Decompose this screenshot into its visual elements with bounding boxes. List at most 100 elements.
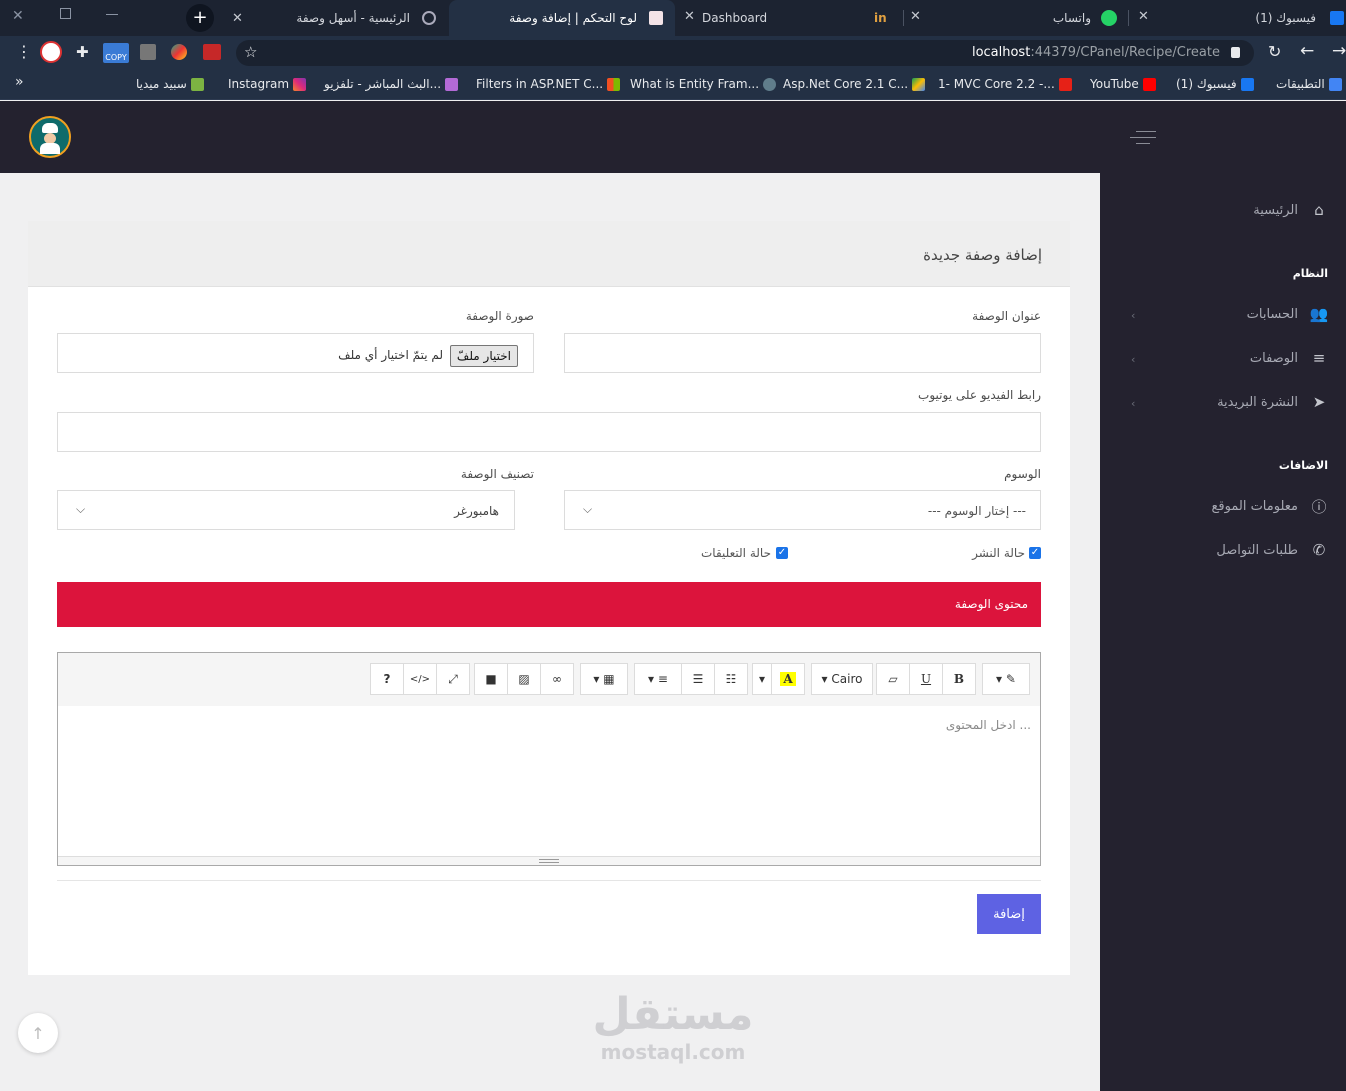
color-ext-icon[interactable]: [171, 44, 187, 60]
tags-label: الوسوم: [1004, 467, 1041, 481]
paragraph-align-button[interactable]: ▾ ≡: [634, 663, 682, 695]
chevron-left-icon[interactable]: ‹: [1131, 353, 1135, 366]
window-restore-icon[interactable]: [60, 8, 71, 19]
sidebar-item-recipes[interactable]: الوصفات ≡: [1250, 347, 1330, 369]
style-magic-button[interactable]: ▾ ✎: [982, 663, 1030, 695]
bookmark-aspnet-core[interactable]: Asp.Net Core 2.1 C...: [783, 76, 929, 92]
ordered-list-button[interactable]: ☰: [681, 663, 715, 695]
comments-checkbox[interactable]: ✓: [776, 547, 788, 559]
publish-checkbox[interactable]: ✓: [1029, 547, 1041, 559]
recipe-image-file-input[interactable]: اختيار ملفّ لم يتمّ اختيار أي ملف: [57, 333, 534, 373]
tags-select[interactable]: --- إختار الوسوم --- ⌵: [564, 490, 1041, 530]
table-button[interactable]: ▾ ▦: [580, 663, 628, 695]
tags-placeholder: --- إختار الوسوم ---: [927, 504, 1026, 518]
youtube-url-input[interactable]: [57, 412, 1041, 452]
scroll-to-top-icon[interactable]: ↑: [18, 1013, 58, 1053]
bookmark-instagram[interactable]: Instagram: [228, 76, 310, 92]
sidebar-item-accounts[interactable]: الحسابات 👥: [1247, 303, 1330, 325]
text-color-button[interactable]: A: [771, 663, 805, 695]
no-file-text: لم يتمّ اختيار أي ملف: [338, 348, 443, 362]
microsoft-icon: [607, 77, 621, 91]
globe-icon: [422, 11, 436, 25]
category-value: هامبورغر: [454, 504, 499, 518]
sidebar-item-contact-requests[interactable]: طلبات التواصل ✆: [1216, 539, 1330, 561]
link-button[interactable]: ∞: [540, 663, 574, 695]
url-path: :44379/CPanel/Recipe/Create: [1030, 45, 1220, 60]
bookmark-live-tv[interactable]: البث المباشر - تلفزيو...: [324, 76, 462, 92]
sidebar-item-home[interactable]: الرئيسية ⌂: [1253, 199, 1330, 221]
help-button[interactable]: ?: [370, 663, 404, 695]
menu-kebab-icon[interactable]: ⋮: [16, 42, 32, 61]
bookmark-mvc-core[interactable]: 1- MVC Core 2.2 -...: [938, 76, 1076, 92]
whatsapp-icon: [1101, 10, 1117, 26]
font-name-select[interactable]: ▾ Cairo: [811, 663, 873, 695]
chevron-left-icon[interactable]: ‹: [1131, 397, 1135, 410]
bold-button[interactable]: B: [942, 663, 976, 695]
code-view-button[interactable]: </>: [403, 663, 437, 695]
url-host: localhost: [971, 45, 1031, 60]
red-ext-icon[interactable]: [203, 44, 221, 60]
tab-add-recipe[interactable]: لوح التحكم | إضافة وصفة: [449, 0, 675, 36]
card-header: إضافة وصفة جديدة: [28, 221, 1070, 287]
tab-whatsapp[interactable]: واتساب: [905, 0, 1125, 36]
google-drive-icon: [912, 77, 926, 91]
bookmark-youtube[interactable]: YouTube: [1090, 76, 1160, 92]
chef-logo-icon[interactable]: [29, 116, 71, 158]
facebook-icon: [1240, 77, 1254, 91]
site-icon: [763, 77, 777, 91]
image-button[interactable]: ▨: [507, 663, 541, 695]
reload-icon[interactable]: ↻: [1268, 42, 1281, 61]
new-tab-icon[interactable]: +: [186, 4, 214, 32]
bookmark-facebook[interactable]: (1) فيسبوك: [1176, 76, 1258, 92]
chevron-left-icon[interactable]: ‹: [1131, 309, 1135, 322]
youtube-icon: [1142, 77, 1156, 91]
video-button[interactable]: ■: [474, 663, 508, 695]
unordered-list-button[interactable]: ☷: [714, 663, 748, 695]
bookmark-speed-media[interactable]: سبيد ميديا: [136, 76, 208, 92]
sidebar-item-site-info[interactable]: معلومات الموقع ⓘ: [1212, 495, 1331, 517]
editor-resize-handle[interactable]: [58, 856, 1040, 865]
bookmark-entity-framework[interactable]: What is Entity Fram...: [630, 76, 780, 92]
back-arrow-icon[interactable]: ←: [1300, 41, 1314, 61]
close-icon[interactable]: ✕: [232, 11, 243, 26]
eraser-button[interactable]: ▱: [876, 663, 910, 695]
underline-button[interactable]: U: [909, 663, 943, 695]
category-select[interactable]: هامبورغر ⌵: [57, 490, 515, 530]
tv-icon: [445, 77, 459, 91]
recipe-title-input[interactable]: [564, 333, 1041, 373]
publish-label: حالة النشر: [972, 546, 1025, 560]
color-dropdown-button[interactable]: ▾: [752, 663, 772, 695]
browser-tab-strip: ✕ + ✕ الرئيسية - أسهل وصفة لوح التحكم | …: [0, 0, 1346, 36]
address-bar[interactable]: ☆ localhost:44379/CPanel/Recipe/Create: [236, 40, 1254, 66]
tab-dashboard[interactable]: Dashboard in: [676, 0, 901, 36]
chevron-down-icon: ⌵: [76, 502, 86, 516]
editor-placeholder[interactable]: ادخل المحتوى ...: [946, 718, 1031, 732]
youtube-icon: [1058, 77, 1072, 91]
facebook-ext-icon[interactable]: [140, 44, 156, 60]
tab-home[interactable]: ✕ الرئيسية - أسهل وصفة: [222, 0, 448, 36]
burger-icon: ≡: [1312, 349, 1326, 367]
bookmark-star-icon[interactable]: ☆: [244, 43, 257, 61]
tab-facebook[interactable]: (1) فيسبوك: [1132, 0, 1346, 36]
chevron-down-icon: ⌵: [583, 502, 593, 516]
sidebar-section-additions: الاضافات: [1278, 459, 1328, 472]
copy-extension-icon[interactable]: COPY: [103, 43, 129, 63]
submit-button[interactable]: إضافة: [977, 894, 1041, 934]
hamburger-menu-icon[interactable]: [1130, 131, 1156, 145]
extensions-puzzle-icon[interactable]: ✚: [76, 43, 89, 61]
choose-file-button[interactable]: اختيار ملفّ: [449, 345, 518, 367]
window-close-icon[interactable]: ✕: [12, 8, 24, 24]
category-label: تصنيف الوصفة: [460, 467, 534, 481]
lock-icon[interactable]: [1231, 47, 1240, 58]
sidebar-section-system: النظام: [1292, 267, 1328, 280]
bookmark-filters[interactable]: Filters in ASP.NET C...: [476, 76, 624, 92]
site-favicon-icon: [649, 11, 663, 25]
forward-arrow-icon[interactable]: →: [1332, 41, 1346, 61]
profile-avatar-icon[interactable]: [40, 41, 62, 63]
chef-coat-icon: [40, 143, 60, 154]
sidebar-item-newsletter[interactable]: النشرة البريدية ➤: [1217, 391, 1330, 413]
bookmark-apps[interactable]: التطبيقات: [1276, 76, 1346, 92]
window-minimize-icon[interactable]: [106, 14, 118, 15]
more-bookmarks-icon[interactable]: »: [15, 74, 24, 90]
fullscreen-button[interactable]: ⤢: [436, 663, 470, 695]
